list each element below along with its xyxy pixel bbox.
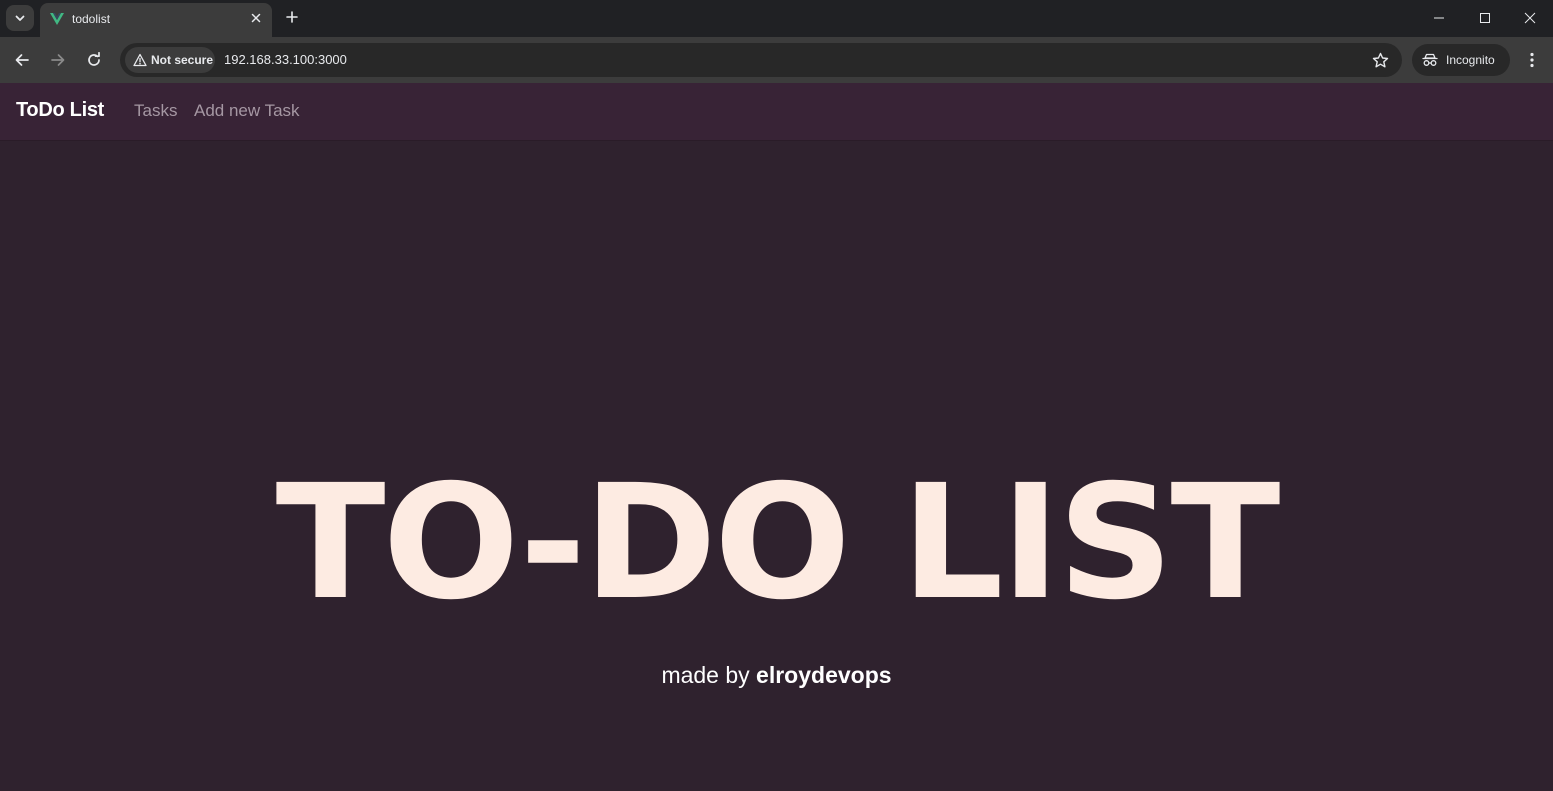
nav-link-add-new-task[interactable]: Add new Task <box>194 101 300 121</box>
bookmark-button[interactable] <box>1370 50 1390 70</box>
tab-close-button[interactable] <box>248 10 264 26</box>
close-icon <box>251 13 261 23</box>
nav-link-tasks[interactable]: Tasks <box>134 101 177 121</box>
made-by-prefix: made by <box>661 662 750 688</box>
minimize-icon <box>1434 17 1444 19</box>
maximize-icon <box>1480 13 1490 23</box>
reload-icon <box>88 52 100 66</box>
star-icon <box>1372 52 1388 67</box>
forward-button[interactable] <box>45 47 71 73</box>
browser-tab-active[interactable]: todolist <box>40 3 272 37</box>
warning-icon <box>133 53 147 67</box>
incognito-icon <box>1422 53 1438 66</box>
app-navbar: ToDo List Tasks Add new Task <box>0 83 1553 141</box>
browser-tabstrip: todolist <box>0 0 1553 37</box>
made-by-text: made by elroydevops <box>0 662 1553 689</box>
author-name: elroydevops <box>756 662 892 688</box>
maximize-button[interactable] <box>1462 4 1508 32</box>
hero-title: TO-DO LIST <box>275 451 1281 635</box>
window-close-button[interactable] <box>1507 4 1553 32</box>
url-text[interactable]: 192.168.33.100:3000 <box>224 52 347 67</box>
incognito-indicator[interactable]: Incognito <box>1412 44 1510 76</box>
tab-title: todolist <box>72 12 111 26</box>
more-vertical-icon <box>1530 52 1534 68</box>
tab-search-button[interactable] <box>6 5 34 31</box>
security-label: Not secure <box>151 53 214 67</box>
browser-toolbar: Not secure 192.168.33.100:3000 Incognito <box>0 37 1553 83</box>
vue-logo-icon <box>50 13 64 25</box>
arrow-right-icon <box>51 54 65 66</box>
new-tab-button[interactable] <box>282 7 302 27</box>
close-icon <box>1524 12 1536 24</box>
plus-icon <box>286 11 298 23</box>
browser-menu-button[interactable] <box>1522 47 1542 73</box>
address-bar[interactable]: Not secure 192.168.33.100:3000 <box>120 43 1402 77</box>
minimize-button[interactable] <box>1416 4 1462 32</box>
incognito-label: Incognito <box>1446 53 1495 67</box>
arrow-left-icon <box>15 54 29 66</box>
back-button[interactable] <box>9 47 35 73</box>
chevron-down-icon <box>15 15 25 21</box>
navbar-brand[interactable]: ToDo List <box>16 99 104 122</box>
security-indicator[interactable]: Not secure <box>125 47 215 73</box>
reload-button[interactable] <box>81 47 107 73</box>
